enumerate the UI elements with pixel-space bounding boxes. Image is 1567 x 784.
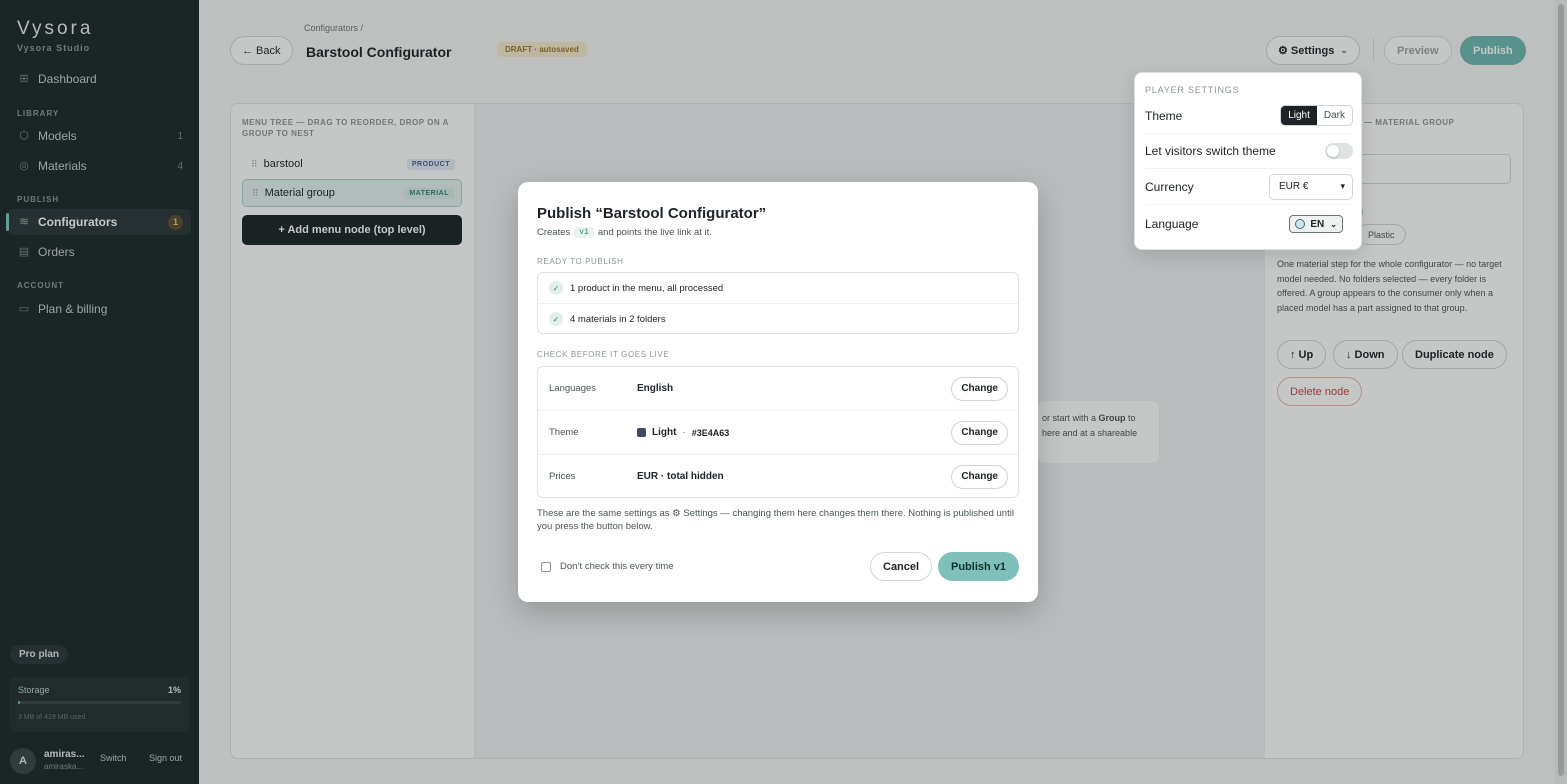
version-code: v1 — [574, 227, 594, 238]
toggle-knob — [1327, 144, 1339, 157]
list-item: ✓ 4 materials in 2 folders — [538, 304, 1018, 334]
separator: · — [682, 427, 686, 438]
popover-heading: PLAYER SETTINGS — [1145, 85, 1240, 95]
prices-value: EUR · total hidden — [637, 471, 724, 482]
change-languages-button[interactable]: Change — [951, 376, 1008, 401]
cancel-button[interactable]: Cancel — [870, 552, 933, 581]
theme-color-swatch — [637, 428, 646, 437]
check-icon: ✓ — [549, 281, 563, 295]
theme-value: Light · #3E4A63 — [637, 427, 729, 438]
languages-value: English — [637, 383, 674, 394]
checkbox-label: Don’t check this every time — [560, 561, 674, 572]
modal-subtitle: Creates v1 and points the live link at i… — [537, 227, 712, 238]
chevron-down-icon: ▾ — [1340, 181, 1345, 191]
ready-list: ✓ 1 product in the menu, all processed ✓… — [537, 272, 1019, 334]
currency-row: Currency EUR € ▾ — [1145, 169, 1353, 205]
change-prices-button[interactable]: Change — [951, 464, 1008, 489]
modal-note: These are the same settings as ⚙ Setting… — [537, 508, 1014, 532]
switch-label: Let visitors switch theme — [1145, 143, 1276, 158]
theme-label: Theme — [1145, 108, 1183, 123]
theme-segmented-control: Light Dark — [1280, 105, 1353, 126]
list-item: ✓ 1 product in the menu, all processed — [538, 273, 1018, 303]
languages-row: Languages English Change — [538, 367, 1018, 410]
publish-modal: Publish “Barstool Configurator” Creates … — [518, 182, 1038, 602]
visitor-theme-toggle[interactable] — [1325, 142, 1353, 159]
theme-row: Theme Light · #3E4A63 Change — [538, 411, 1018, 454]
subtitle-text: Creates — [537, 227, 571, 238]
theme-hex: #3E4A63 — [691, 427, 730, 438]
language-label: Language — [1145, 217, 1199, 231]
publish-v1-button[interactable]: Publish v1 — [938, 552, 1020, 581]
theme-dark-option[interactable]: Dark — [1317, 106, 1352, 125]
ready-section-label: READY TO PUBLISH — [537, 257, 624, 266]
theme-row: Theme Light Dark — [1145, 98, 1353, 134]
prices-key: Prices — [549, 471, 576, 482]
languages-key: Languages — [549, 383, 597, 394]
theme-key: Theme — [549, 427, 579, 438]
theme-mode: Light — [652, 427, 677, 438]
dont-check-checkbox[interactable]: Don’t check this every time — [541, 561, 674, 572]
player-settings-popover: PLAYER SETTINGS Theme Light Dark Let vis… — [1134, 72, 1362, 250]
checkbox[interactable] — [541, 561, 551, 572]
language-row: Language EN ⌄ — [1145, 206, 1353, 242]
check-list: Languages English Change Theme Light · #… — [537, 366, 1019, 498]
subtitle-text: and points the live link at it. — [597, 227, 712, 238]
currency-label: Currency — [1145, 179, 1194, 194]
currency-value: EUR € — [1279, 181, 1309, 192]
check-icon: ✓ — [549, 312, 563, 326]
check-section-label: CHECK BEFORE IT GOES LIVE — [537, 350, 670, 359]
ready-item-text: 4 materials in 2 folders — [570, 313, 666, 325]
visitor-theme-switch-row: Let visitors switch theme — [1145, 133, 1353, 169]
language-value: EN — [1310, 218, 1325, 230]
ready-item-text: 1 product in the menu, all processed — [570, 282, 724, 294]
globe-icon — [1295, 219, 1306, 229]
theme-light-option[interactable]: Light — [1281, 106, 1317, 125]
change-theme-button[interactable]: Change — [951, 420, 1008, 445]
modal-title: Publish “Barstool Configurator” — [537, 205, 767, 222]
currency-select[interactable]: EUR € ▾ — [1269, 173, 1353, 200]
chevron-down-icon: ⌄ — [1330, 219, 1337, 229]
language-select[interactable]: EN ⌄ — [1289, 215, 1343, 233]
prices-row: Prices EUR · total hidden Change — [538, 455, 1018, 498]
